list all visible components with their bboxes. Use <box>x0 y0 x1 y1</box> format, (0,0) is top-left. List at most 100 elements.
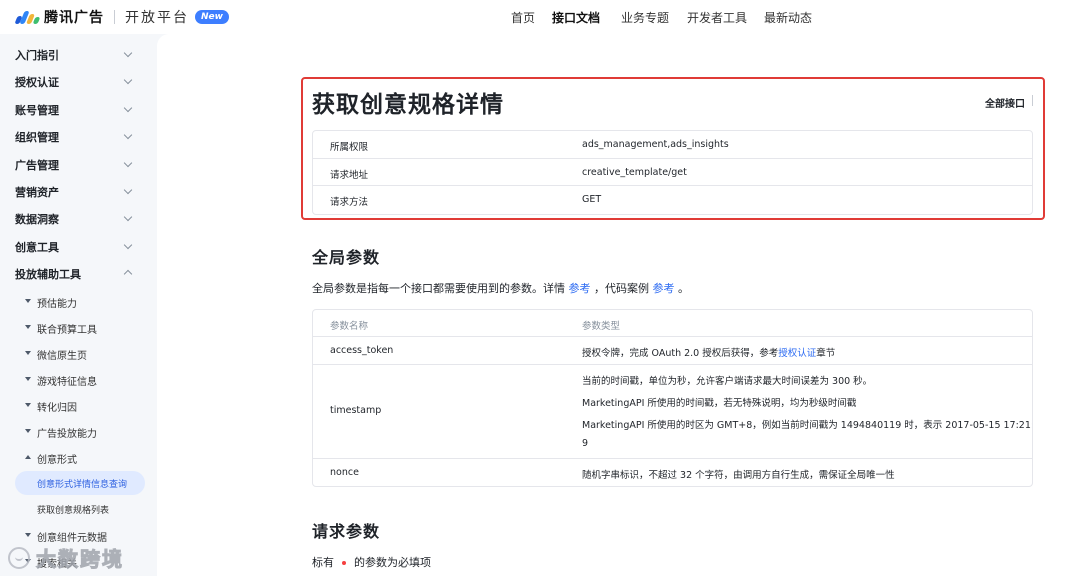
brand-name: 腾讯广告 <box>44 10 104 26</box>
request-params-heading: 请求参数 <box>312 522 381 541</box>
param-desc-line: 9 <box>582 438 589 449</box>
nav-home[interactable]: 首页 <box>511 9 535 26</box>
caret-down-icon <box>25 533 31 537</box>
sidebar-item-label: 账号管理 <box>15 104 59 117</box>
sidebar-sub-label: 转化归因 <box>37 403 77 414</box>
sidebar-sub-label: 广告投放能力 <box>37 429 97 440</box>
param-desc: 授权令牌，完成 OAuth 2.0 授权后获得，参考授权认证章节 <box>582 345 835 359</box>
sidebar-sub-label: 游戏特征信息 <box>37 377 97 388</box>
param-desc-line: 当前的时间戳，单位为秒，允许客户端请求最大时间误差为 300 秒。 <box>582 376 873 387</box>
column-header-name: 参数名称 <box>330 321 369 332</box>
sidebar-leaf-creative-spec-list[interactable]: 获取创意规格列表 <box>15 497 145 521</box>
table-header-row: 参数名称 参数类型 <box>313 310 1032 337</box>
note-text: 的参数为必填项 <box>354 556 431 569</box>
column-header-type: 参数类型 <box>582 321 621 332</box>
global-params-table: 参数名称 参数类型 access_token 授权令牌，完成 OAuth 2.0… <box>312 309 1033 487</box>
tencent-ads-logo-icon <box>14 9 41 25</box>
required-note: 标有 的参数为必填项 <box>312 554 431 570</box>
sidebar-item-label: 营销资产 <box>15 186 59 199</box>
sidebar-sub-joint-budget[interactable]: 联合预算工具 <box>0 315 157 339</box>
note-text: 标有 <box>312 556 334 569</box>
top-bar: 腾讯广告 开放平台 New 首页 接口文档 业务专题 开发者工具 最新动态 <box>0 0 1080 34</box>
caret-down-icon <box>25 325 31 329</box>
chevron-up-icon <box>123 269 133 279</box>
table-row: timestamp 当前的时间戳，单位为秒，允许客户端请求最大时间误差为 300… <box>313 365 1032 459</box>
sidebar-item-label: 组织管理 <box>15 131 59 144</box>
sidebar-item-getting-started[interactable]: 入门指引 <box>0 41 157 67</box>
param-name: timestamp <box>330 405 382 416</box>
brand-divider <box>114 10 115 24</box>
brand[interactable]: 腾讯广告 开放平台 New <box>14 7 229 27</box>
sidebar-leaf-label: 创意形式详情信息查询 <box>37 480 128 490</box>
caret-up-icon <box>25 455 31 459</box>
sidebar-item-insights[interactable]: 数据洞察 <box>0 205 157 231</box>
sidebar-item-label: 创意工具 <box>15 241 59 254</box>
platform-name: 开放平台 <box>125 10 189 26</box>
param-desc-line: MarketingAPI 所使用的时区为 GMT+8，例如当前时间戳为 1494… <box>582 420 1033 431</box>
nav-developer-tools[interactable]: 开发者工具 <box>687 9 747 26</box>
reference-link[interactable]: 参考 <box>569 282 591 295</box>
sidebar: 入门指引 授权认证 账号管理 组织管理 广告管理 营销资产 数据洞察 创意工具 … <box>0 34 157 576</box>
sidebar-item-auth[interactable]: 授权认证 <box>0 68 157 94</box>
sidebar-sub-game-features[interactable]: 游戏特征信息 <box>0 367 157 391</box>
nav-latest-news[interactable]: 最新动态 <box>764 9 812 26</box>
auth-section-link[interactable]: 授权认证 <box>778 348 816 359</box>
sidebar-sub-estimation[interactable]: 预估能力 <box>0 289 157 313</box>
sidebar-sub-label: 创意形式 <box>37 455 77 466</box>
param-name: access_token <box>330 345 394 356</box>
sidebar-item-label: 广告管理 <box>15 159 59 172</box>
sidebar-item-marketing-assets[interactable]: 营销资产 <box>0 178 157 204</box>
sidebar-item-account[interactable]: 账号管理 <box>0 96 157 122</box>
param-desc-suffix: 章节 <box>816 348 836 359</box>
param-desc: 随机字串标识，不超过 32 个字符，由调用方自行生成，需保证全局唯一性 <box>582 470 895 481</box>
sidebar-sub-attribution[interactable]: 转化归因 <box>0 393 157 417</box>
caret-down-icon <box>25 377 31 381</box>
chevron-down-icon <box>123 240 133 250</box>
chevron-down-icon <box>123 212 133 222</box>
desc-text: ，代码案例 <box>590 282 653 295</box>
param-desc-line: MarketingAPI 所使用的时间戳，若无特殊说明，均为秒级时间戳 <box>582 398 857 409</box>
chevron-down-icon <box>123 48 133 58</box>
sidebar-sub-label: 微信原生页 <box>37 351 87 362</box>
smile-logo-icon <box>8 546 30 569</box>
watermark-text: 大数跨境 <box>36 547 124 572</box>
nav-api-docs[interactable]: 接口文档 <box>552 9 600 26</box>
chevron-down-icon <box>123 158 133 168</box>
sidebar-item-label: 入门指引 <box>15 49 59 62</box>
highlight-box <box>301 77 1045 220</box>
param-desc-text: 授权令牌，完成 OAuth 2.0 授权后获得，参考 <box>582 348 779 359</box>
caret-down-icon <box>25 299 31 303</box>
sidebar-item-label: 授权认证 <box>15 76 59 89</box>
global-params-description: 全局参数是指每一个接口都需要使用到的参数。详情 参考 ，代码案例 参考 。 <box>312 280 689 296</box>
sidebar-item-label: 数据洞察 <box>15 213 59 226</box>
nav-business-topics[interactable]: 业务专题 <box>621 9 669 26</box>
sidebar-sub-wechat-native-page[interactable]: 微信原生页 <box>0 341 157 365</box>
desc-text: 。 <box>674 282 689 295</box>
required-dot-icon <box>342 561 346 565</box>
global-params-heading: 全局参数 <box>312 248 381 267</box>
chevron-down-icon <box>123 185 133 195</box>
sidebar-item-delivery-tools[interactable]: 投放辅助工具 <box>0 260 157 286</box>
chevron-down-icon <box>123 103 133 113</box>
param-name: nonce <box>330 467 359 478</box>
caret-down-icon <box>25 429 31 433</box>
sidebar-sub-label: 联合预算工具 <box>37 325 97 336</box>
sidebar-sub-creative-forms[interactable]: 创意形式 <box>0 445 157 469</box>
table-row: nonce 随机字串标识，不超过 32 个字符，由调用方自行生成，需保证全局唯一… <box>313 459 1032 486</box>
sidebar-sub-label: 创意组件元数据 <box>37 533 107 544</box>
table-row: access_token 授权令牌，完成 OAuth 2.0 授权后获得，参考授… <box>313 337 1032 365</box>
sidebar-leaf-creative-form-detail[interactable]: 创意形式详情信息查询 <box>15 471 145 495</box>
desc-text: 全局参数是指每一个接口都需要使用到的参数。详情 <box>312 282 569 295</box>
sidebar-sub-ad-delivery[interactable]: 广告投放能力 <box>0 419 157 443</box>
sidebar-item-creative-tools[interactable]: 创意工具 <box>0 233 157 259</box>
code-example-link[interactable]: 参考 <box>653 282 675 295</box>
sidebar-item-ads[interactable]: 广告管理 <box>0 151 157 177</box>
watermark: 大数跨境 <box>8 543 124 572</box>
caret-down-icon <box>25 351 31 355</box>
sidebar-leaf-label: 获取创意规格列表 <box>37 506 110 516</box>
sidebar-item-organization[interactable]: 组织管理 <box>0 123 157 149</box>
chevron-down-icon <box>123 130 133 140</box>
new-badge: New <box>195 10 229 24</box>
sidebar-sub-label: 预估能力 <box>37 299 77 310</box>
caret-down-icon <box>25 403 31 407</box>
